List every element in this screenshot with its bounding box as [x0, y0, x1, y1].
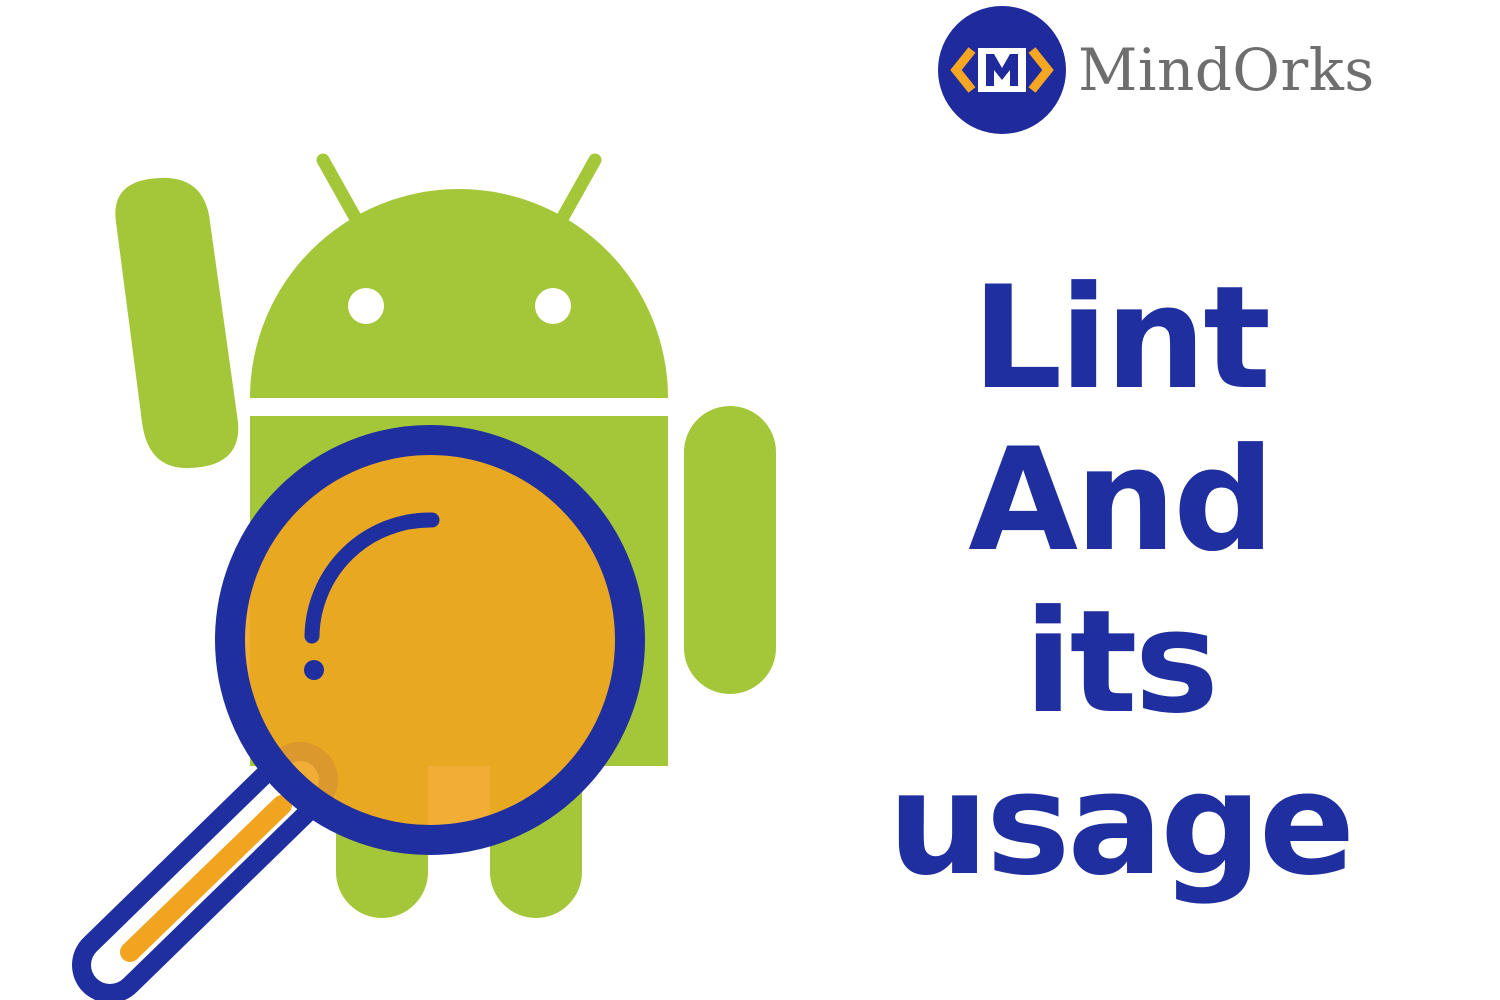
brand-header: MindOrks	[938, 6, 1375, 134]
lint-illustration	[72, 153, 776, 1000]
title-line-3: usage	[887, 742, 1355, 907]
brand-name: MindOrks	[1078, 36, 1375, 104]
title-line-2: And its	[968, 418, 1275, 745]
title-line-1: Lint	[971, 256, 1271, 421]
page-title: Lint And its usage	[860, 258, 1380, 906]
mindorks-logo-icon	[938, 6, 1066, 134]
